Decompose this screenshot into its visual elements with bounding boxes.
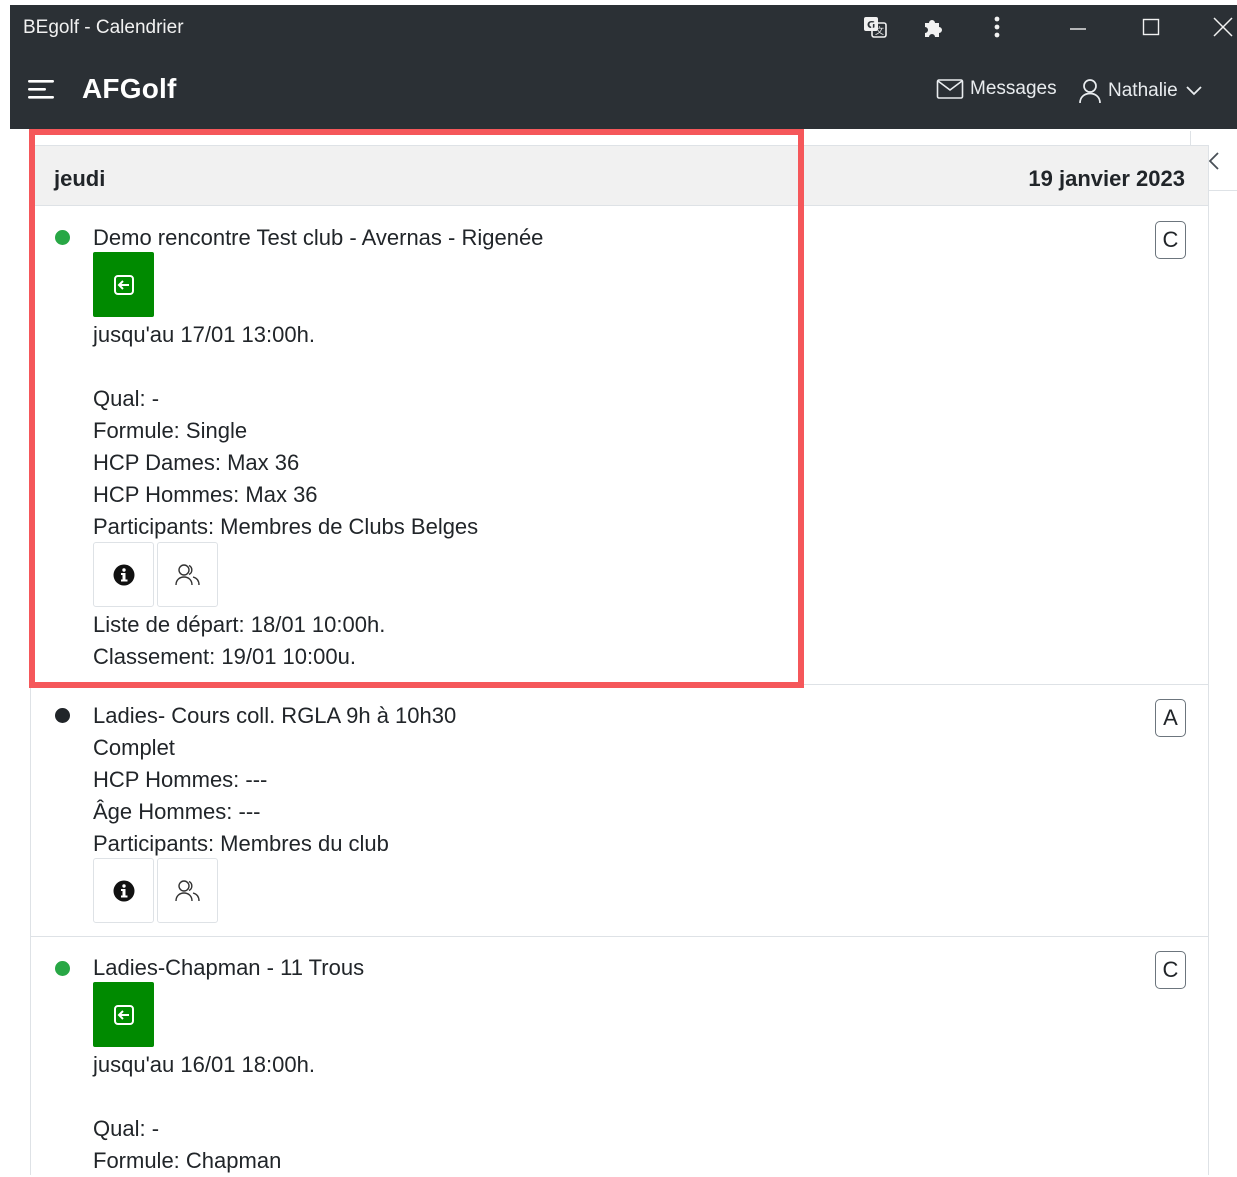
info-button[interactable] <box>93 858 154 923</box>
mail-icon <box>936 79 964 99</box>
app-brand[interactable]: AFGolf <box>82 73 177 105</box>
event-participants: Participants: Membres du club <box>93 831 389 856</box>
event-qual: Qual: - <box>93 386 160 411</box>
event-status: Complet <box>93 735 175 760</box>
user-menu[interactable]: Nathalie <box>1078 78 1202 104</box>
event-title[interactable]: Demo rencontre Test club - Avernas - Rig… <box>93 225 543 251</box>
info-icon <box>113 880 134 901</box>
translate-icon[interactable]: G文 <box>860 13 890 41</box>
register-button[interactable] <box>93 982 154 1047</box>
participants-button[interactable] <box>157 858 218 923</box>
event-hcp-hommes: HCP Hommes: --- <box>93 767 268 792</box>
messages-link[interactable]: Messages <box>936 78 1057 100</box>
info-icon <box>113 564 134 585</box>
day-date: 19 janvier 2023 <box>1028 166 1185 191</box>
user-icon <box>1079 79 1101 104</box>
close-icon[interactable] <box>1208 13 1237 41</box>
participants-button[interactable] <box>157 542 218 607</box>
svg-text:文: 文 <box>875 25 884 37</box>
category-badge: A <box>1155 699 1186 737</box>
event-item: Demo rencontre Test club - Avernas - Rig… <box>31 207 1208 685</box>
sign-in-icon <box>113 1004 134 1025</box>
register-button[interactable] <box>93 252 154 317</box>
category-badge: C <box>1155 951 1186 989</box>
users-icon <box>174 563 200 585</box>
status-dot <box>55 961 70 976</box>
event-deadline: jusqu'au 16/01 18:00h. <box>93 1052 315 1077</box>
event-title[interactable]: Ladies-Chapman - 11 Trous <box>93 955 364 981</box>
chevron-down-icon <box>1186 86 1202 96</box>
kebab-menu-icon[interactable] <box>982 13 1012 41</box>
event-participants: Participants: Membres de Clubs Belges <box>93 514 479 539</box>
window-titlebar: BEgolf - Calendrier G文 <box>10 5 1237 49</box>
event-formule: Formule: Single <box>93 418 248 443</box>
day-name: jeudi <box>54 166 106 191</box>
event-title[interactable]: Ladies- Cours coll. RGLA 9h à 10h30 <box>93 703 456 729</box>
day-header: jeudi 19 janvier 2023 <box>31 146 1208 206</box>
event-formule: Formule: Chapman <box>93 1148 282 1173</box>
event-hcp-hommes: HCP Hommes: Max 36 <box>93 482 318 507</box>
users-icon <box>174 879 200 901</box>
event-deadline: jusqu'au 17/01 13:00h. <box>93 322 315 347</box>
event-item: Ladies-Chapman - 11 Trous C jusqu'au 16/… <box>31 937 1208 1177</box>
chevron-left-icon <box>1208 151 1219 170</box>
hamburger-icon[interactable] <box>28 79 56 106</box>
user-name: Nathalie <box>1108 80 1178 101</box>
puzzle-icon[interactable] <box>918 13 948 41</box>
event-hcp-dames: HCP Dames: Max 36 <box>93 450 300 475</box>
event-age-hommes: Âge Hommes: --- <box>93 799 261 824</box>
window-title: BEgolf - Calendrier <box>23 17 184 38</box>
category-badge: C <box>1155 221 1186 259</box>
status-dot <box>55 708 70 723</box>
sign-in-icon <box>113 274 134 295</box>
messages-label: Messages <box>970 78 1057 99</box>
event-qual: Qual: - <box>93 1116 160 1141</box>
event-start-list: Liste de départ: 18/01 10:00h. <box>93 612 386 637</box>
info-button[interactable] <box>93 542 154 607</box>
app-navbar: AFGolf Messages Nathalie <box>10 49 1237 129</box>
event-item: Ladies- Cours coll. RGLA 9h à 10h30 A Co… <box>31 685 1208 937</box>
minimize-icon[interactable] <box>1063 13 1093 41</box>
maximize-icon[interactable] <box>1136 13 1166 41</box>
calendar-day-panel: jeudi 19 janvier 2023 Demo rencontre Tes… <box>30 145 1209 1175</box>
status-dot <box>55 230 70 245</box>
event-ranking: Classement: 19/01 10:00u. <box>93 644 356 669</box>
svg-text:G: G <box>867 20 875 31</box>
